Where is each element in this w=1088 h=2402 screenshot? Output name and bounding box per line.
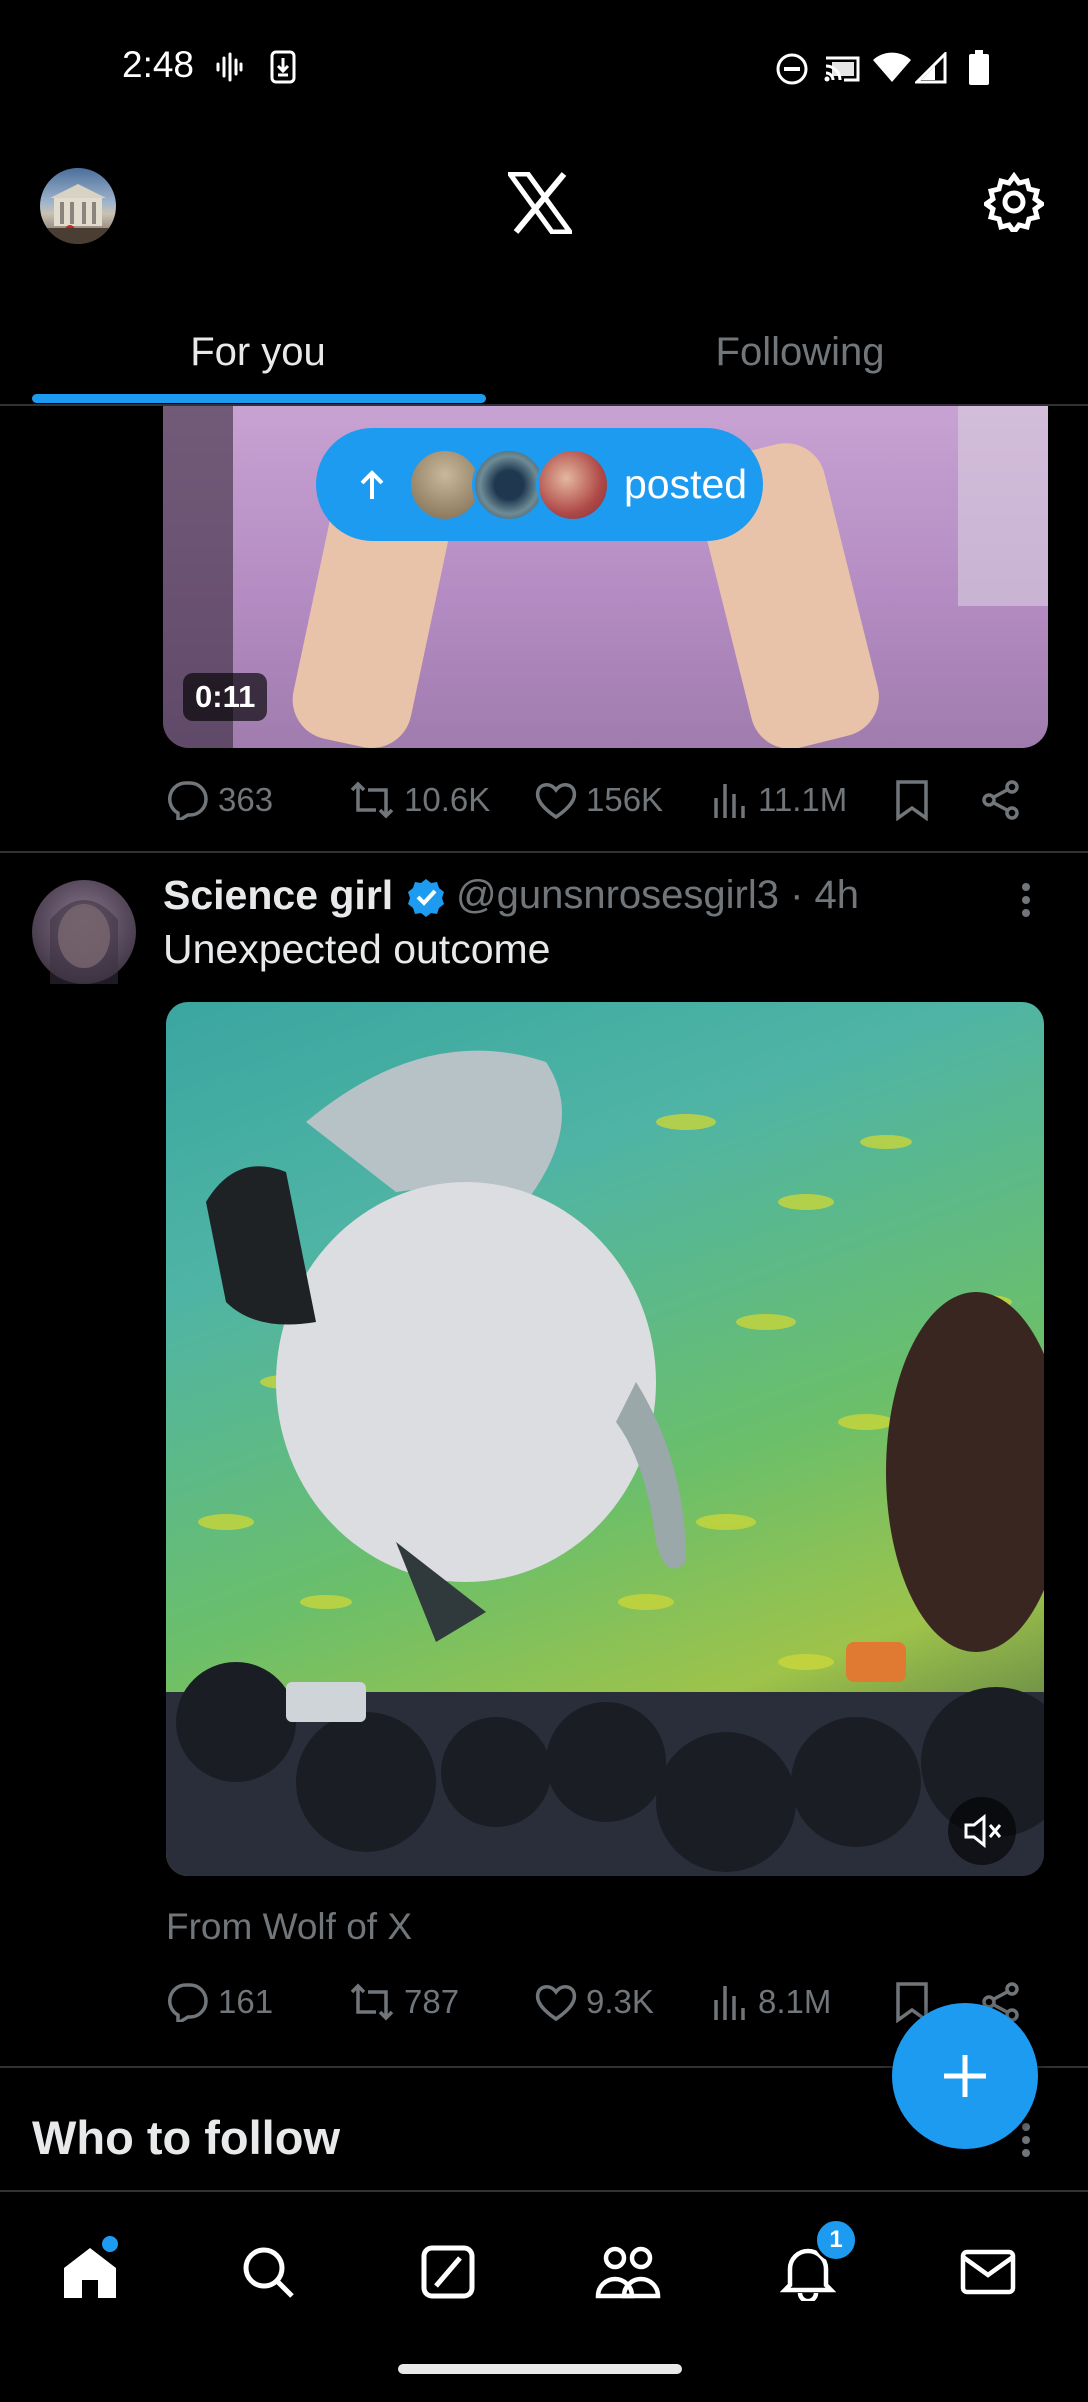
who-to-follow-title: Who to follow: [32, 2111, 341, 2164]
mute-toggle-button[interactable]: [948, 1797, 1016, 1865]
pill-avatar: [536, 447, 610, 522]
volume-muted-icon: [964, 1813, 1002, 1849]
views-button[interactable]: 11.1M: [712, 780, 847, 820]
reply-count: 161: [218, 1983, 274, 2020]
views-icon: [714, 1986, 745, 2020]
signal-icon: [915, 52, 947, 84]
heart-icon: [535, 1985, 577, 2022]
reply-count: 363: [218, 781, 274, 818]
do-not-disturb-icon: [775, 52, 809, 86]
reply-button[interactable]: 161: [166, 1982, 273, 2022]
like-button[interactable]: 9.3K: [534, 1982, 654, 2022]
share-button[interactable]: [980, 779, 1022, 821]
grok-icon: [421, 2245, 475, 2299]
nav-grok[interactable]: [408, 2232, 488, 2312]
post-video[interactable]: [166, 1002, 1044, 1876]
bookmark-icon: [896, 780, 928, 821]
post-text: Unexpected outcome: [163, 926, 551, 972]
home-unread-dot: [102, 2236, 118, 2252]
repost-icon: [350, 781, 394, 819]
tab-active-indicator: [32, 394, 486, 403]
bookmark-button[interactable]: [894, 779, 930, 821]
reply-icon: [168, 781, 208, 820]
x-logo-icon[interactable]: [508, 172, 572, 234]
post-separator: [0, 851, 1088, 853]
nav-notifications[interactable]: 1: [768, 2218, 858, 2312]
new-posts-pill[interactable]: posted: [316, 428, 763, 541]
wifi-icon: [872, 52, 912, 84]
compose-post-button[interactable]: [892, 2003, 1038, 2149]
more-options-icon[interactable]: [1014, 2122, 1038, 2158]
author-avatar[interactable]: [32, 880, 136, 984]
nav-communities[interactable]: [588, 2232, 668, 2312]
new-posts-label: posted: [624, 461, 748, 507]
video-duration: 0:11: [183, 673, 268, 721]
nav-messages[interactable]: [948, 2232, 1028, 2312]
repost-icon: [350, 1983, 394, 2021]
repost-count: 10.6K: [404, 781, 491, 818]
views-count: 11.1M: [758, 781, 848, 818]
author-handle-time[interactable]: @gunsnrosesgirl3 · 4h: [456, 873, 859, 918]
download-icon: [270, 50, 296, 84]
heart-icon: [535, 783, 577, 820]
communities-icon: [595, 2246, 661, 2299]
voicemail-waveform-icon: [214, 52, 244, 82]
like-button[interactable]: 156K: [534, 780, 663, 820]
battery-icon: [968, 50, 990, 86]
nav-search[interactable]: [228, 2232, 308, 2312]
messages-envelope-icon: [960, 2249, 1016, 2295]
views-button[interactable]: 8.1M: [712, 1982, 831, 2022]
notifications-badge: 1: [814, 2218, 858, 2262]
repost-button[interactable]: 787: [348, 1982, 459, 2022]
video-frame-wall: [958, 406, 1048, 606]
plus-icon: [944, 2055, 986, 2097]
gesture-home-indicator: [398, 2364, 682, 2374]
like-count: 9.3K: [586, 1983, 654, 2020]
video-attribution[interactable]: From Wolf of X: [166, 1906, 412, 1948]
pill-avatar: [408, 447, 482, 522]
cast-icon: [822, 52, 862, 84]
repost-button[interactable]: 10.6K: [348, 780, 490, 820]
tab-following[interactable]: Following: [540, 300, 1060, 405]
repost-count: 787: [404, 1983, 460, 2020]
views-count: 8.1M: [758, 1983, 832, 2020]
share-icon: [982, 780, 1019, 820]
reply-button[interactable]: 363: [166, 780, 273, 820]
search-icon: [243, 2247, 294, 2298]
settings-gear-icon[interactable]: [984, 172, 1044, 232]
reply-icon: [168, 1983, 208, 2022]
author-name[interactable]: Science girl: [163, 872, 393, 919]
profile-avatar[interactable]: [40, 168, 116, 244]
pill-avatar: [472, 447, 546, 522]
status-bar: 2:48: [0, 0, 1088, 135]
verified-badge-icon: [406, 877, 446, 917]
home-icon: [64, 2248, 116, 2298]
post-actions: 363 10.6K 156K 11.1M: [0, 775, 1088, 825]
views-icon: [714, 784, 745, 818]
more-options-icon[interactable]: [1014, 882, 1038, 918]
like-count: 156K: [586, 781, 664, 818]
arrow-up-icon: [358, 469, 386, 501]
nav-home[interactable]: [50, 2232, 130, 2312]
tab-for-you[interactable]: For you: [0, 300, 516, 405]
video-frame: [166, 1050, 1044, 1876]
status-time: 2:48: [122, 44, 195, 85]
